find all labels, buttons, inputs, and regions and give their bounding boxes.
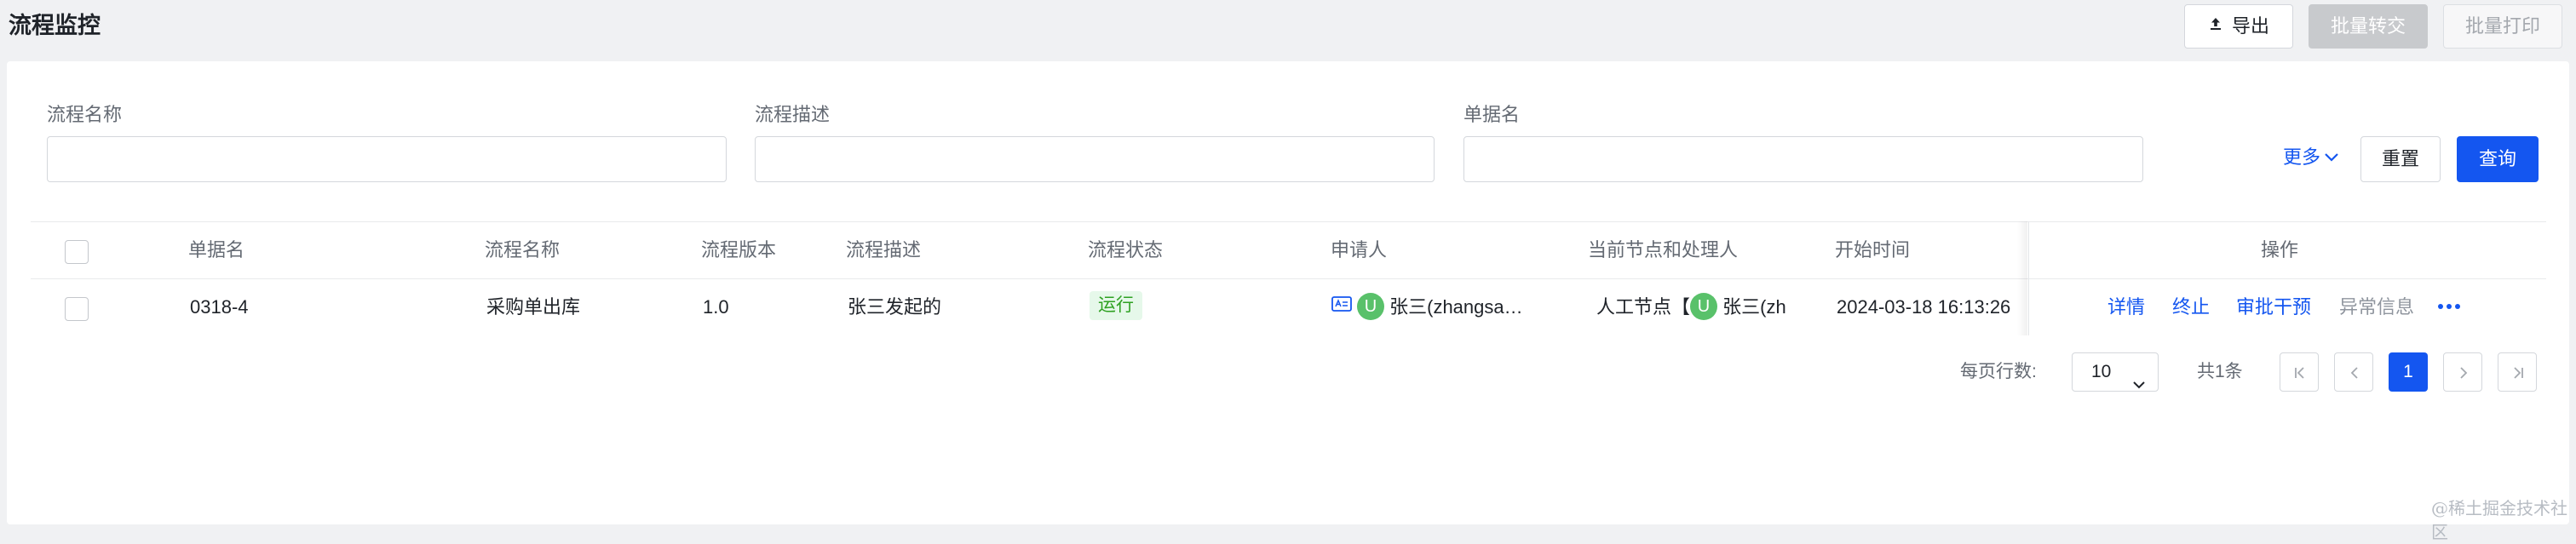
chevron-down-icon xyxy=(2324,144,2339,169)
cell-process-name: 采购单出库 xyxy=(486,296,581,318)
process-name-label: 流程名称 xyxy=(47,104,123,125)
doc-name-label: 单据名 xyxy=(1463,104,1521,125)
doc-name-input[interactable] xyxy=(1463,136,2143,182)
more-filters-label: 更多 xyxy=(2283,146,2321,168)
reset-button[interactable]: 重置 xyxy=(2360,136,2441,182)
more-filters-link[interactable]: 更多 xyxy=(2283,145,2339,170)
terminate-link[interactable]: 终止 xyxy=(2172,279,2210,335)
avatar: U xyxy=(1690,293,1718,321)
process-table: 单据名 流程名称 流程版本 流程描述 流程状态 申请人 当前节点和处理人 开始时… xyxy=(31,221,2546,337)
select-all-checkbox[interactable] xyxy=(65,240,89,264)
first-page-button[interactable] xyxy=(2280,352,2319,392)
prev-page-button[interactable] xyxy=(2334,352,2373,392)
cell-doc-name: 0318-4 xyxy=(190,296,249,318)
col-doc-name: 单据名 xyxy=(188,239,245,261)
id-card-icon[interactable] xyxy=(1331,279,1352,335)
upload-icon xyxy=(2208,4,2223,47)
export-button[interactable]: 导出 xyxy=(2184,4,2293,49)
col-version: 流程版本 xyxy=(701,239,777,261)
watermark: @稀土掘金技术社区 xyxy=(2431,498,2567,542)
exception-info-link[interactable]: 异常信息 xyxy=(2339,279,2414,335)
batch-print-button[interactable]: 批量打印 xyxy=(2443,4,2562,49)
detail-link[interactable]: 详情 xyxy=(2107,279,2145,335)
batch-transfer-button[interactable]: 批量转交 xyxy=(2309,4,2428,49)
col-status: 流程状态 xyxy=(1088,239,1164,261)
approval-intervene-link[interactable]: 审批干预 xyxy=(2236,279,2311,335)
cell-status: 运行 xyxy=(1090,279,1142,335)
rows-per-page-label: 每页行数: xyxy=(1960,362,2037,381)
rows-per-page-select[interactable]: 10 xyxy=(2072,352,2159,392)
last-page-button[interactable] xyxy=(2498,352,2537,392)
page-header: 流程监控 导出 批量转交 批量打印 xyxy=(0,0,2576,61)
col-current-node: 当前节点和处理人 xyxy=(1588,239,1739,261)
cell-description: 张三发起的 xyxy=(848,296,942,318)
cell-version: 1.0 xyxy=(703,296,729,318)
avatar: U xyxy=(1357,293,1384,321)
content-card: 流程名称 流程描述 单据名 更多 重置 查询 单据名 流程名称 流程版本 流程描… xyxy=(7,61,2569,524)
process-name-input[interactable] xyxy=(47,136,727,182)
cell-current-node: 人工节点【 U 张三(zh xyxy=(1596,279,1825,335)
total-count: 共1条 xyxy=(2197,362,2243,381)
cell-start-time: 2024-03-18 16:13:26 xyxy=(1837,296,2011,318)
applicant-name: 张三(zhangsa… xyxy=(1389,296,1523,318)
page-title: 流程监控 xyxy=(9,13,101,38)
current-node-name: 人工节点【 xyxy=(1596,296,1691,318)
actions-column-shadow xyxy=(2017,221,2027,335)
process-desc-input[interactable] xyxy=(755,136,1435,182)
process-desc-label: 流程描述 xyxy=(755,104,831,125)
export-button-label: 导出 xyxy=(2231,15,2269,37)
col-description: 流程描述 xyxy=(846,239,922,261)
col-start-time: 开始时间 xyxy=(1835,239,1911,261)
more-actions-icon[interactable] xyxy=(2437,279,2461,335)
chevron-down-icon xyxy=(2132,366,2146,404)
table-header: 单据名 流程名称 流程版本 流程描述 流程状态 申请人 当前节点和处理人 开始时… xyxy=(31,221,2546,279)
page-1-button[interactable]: 1 xyxy=(2389,352,2428,392)
next-page-button[interactable] xyxy=(2443,352,2482,392)
handler-name: 张三(zh xyxy=(1722,296,1786,318)
col-actions: 操作 xyxy=(2261,239,2299,261)
status-badge: 运行 xyxy=(1090,291,1142,321)
row-checkbox[interactable] xyxy=(65,297,89,321)
cell-applicant: U 张三(zhangsa… xyxy=(1331,279,1578,335)
col-applicant: 申请人 xyxy=(1331,239,1388,261)
rows-per-page-value: 10 xyxy=(2091,362,2112,381)
actions-column-divider xyxy=(2028,221,2029,335)
table-row: 0318-4 采购单出库 1.0 张三发起的 运行 U 张三(zhangsa… … xyxy=(31,279,2546,335)
col-process-name: 流程名称 xyxy=(485,239,561,261)
query-button[interactable]: 查询 xyxy=(2457,136,2539,182)
